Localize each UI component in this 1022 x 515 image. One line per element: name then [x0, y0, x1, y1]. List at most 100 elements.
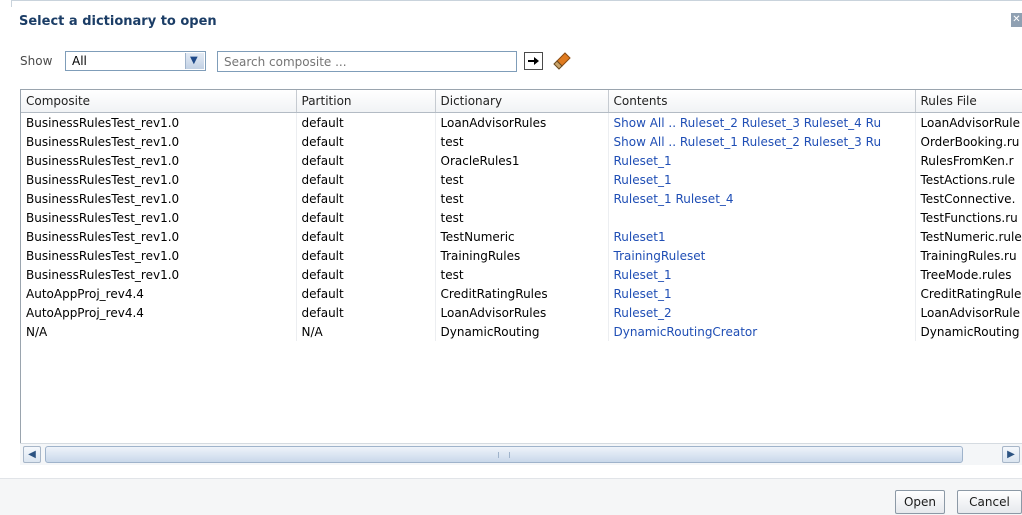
- cell-contents: Ruleset_1: [608, 151, 916, 170]
- search-input[interactable]: [217, 51, 517, 72]
- cell-rules-file: TreeMode.rules: [915, 265, 1022, 284]
- ruleset-link[interactable]: Ru: [866, 116, 881, 130]
- arrow-right-icon: [528, 57, 539, 65]
- column-header-composite[interactable]: Composite: [21, 90, 297, 113]
- cell-contents: Ruleset_1 Ruleset_4: [608, 189, 916, 208]
- table-row[interactable]: N/A N/A DynamicRouting DynamicRoutingCreato…: [21, 322, 1022, 341]
- ruleset-link[interactable]: Ruleset1: [614, 230, 666, 244]
- cell-dictionary: LoanAdvisorRules: [435, 303, 609, 322]
- ruleset-link[interactable]: Ruleset_3: [742, 116, 800, 130]
- dictionary-table: Composite Partition Dictionary Contents …: [20, 89, 1022, 452]
- dialog-footer: [0, 478, 1022, 515]
- table-row[interactable]: BusinessRulesTest_rev1.0 default test Rules…: [21, 189, 1022, 208]
- scrollbar-thumb[interactable]: [45, 446, 963, 463]
- dialog-frame: [11, 0, 1022, 7]
- ruleset-link[interactable]: Ruleset_1: [614, 268, 672, 282]
- table-row[interactable]: BusinessRulesTest_rev1.0 default test Rules…: [21, 170, 1022, 189]
- ruleset-link[interactable]: Ruleset_2: [742, 135, 800, 149]
- ruleset-link[interactable]: Ru: [866, 135, 881, 149]
- cell-composite: BusinessRulesTest_rev1.0: [21, 170, 297, 189]
- cell-partition: default: [296, 112, 436, 132]
- cell-partition: default: [296, 170, 436, 189]
- column-header-dictionary[interactable]: Dictionary: [435, 90, 609, 113]
- cell-dictionary: LoanAdvisorRules: [435, 112, 609, 132]
- cell-composite: AutoAppProj_rev4.4: [21, 284, 297, 303]
- cell-partition: default: [296, 132, 436, 151]
- cell-contents: Ruleset_1: [608, 170, 916, 189]
- cell-partition: default: [296, 284, 436, 303]
- table-row[interactable]: BusinessRulesTest_rev1.0 default OracleRul…: [21, 151, 1022, 170]
- column-header-partition[interactable]: Partition: [296, 90, 436, 113]
- cell-dictionary: test: [435, 189, 609, 208]
- cell-composite: BusinessRulesTest_rev1.0: [21, 132, 297, 151]
- cell-partition: default: [296, 265, 436, 284]
- horizontal-scrollbar[interactable]: ◀ ▶: [20, 443, 1022, 465]
- cell-contents: TrainingRuleset: [608, 246, 916, 265]
- scroll-left-icon[interactable]: ◀: [23, 446, 41, 463]
- cell-rules-file: TestConnective.: [915, 189, 1022, 208]
- ruleset-link[interactable]: Show All ..: [614, 116, 677, 130]
- table-row[interactable]: BusinessRulesTest_rev1.0 default TrainingR…: [21, 246, 1022, 265]
- cell-rules-file: LoanAdvisorRule: [915, 303, 1022, 322]
- cell-composite: BusinessRulesTest_rev1.0: [21, 265, 297, 284]
- cell-rules-file: TestFunctions.ru: [915, 208, 1022, 227]
- ruleset-link[interactable]: Ruleset_4: [804, 116, 862, 130]
- cell-rules-file: RulesFromKen.r: [915, 151, 1022, 170]
- cancel-button[interactable]: Cancel: [957, 490, 1022, 514]
- cell-rules-file: LoanAdvisorRule: [915, 112, 1022, 132]
- table-header-row: Composite Partition Dictionary Contents …: [21, 90, 1022, 113]
- cell-contents: Ruleset1: [608, 227, 916, 246]
- cell-partition: default: [296, 246, 436, 265]
- cell-dictionary: TestNumeric: [435, 227, 609, 246]
- show-select[interactable]: All ▼: [65, 51, 206, 71]
- cell-dictionary: DynamicRouting: [435, 322, 609, 341]
- table-row[interactable]: BusinessRulesTest_rev1.0 default test TestF…: [21, 208, 1022, 227]
- ruleset-link[interactable]: Ruleset_2: [680, 116, 738, 130]
- table-row[interactable]: BusinessRulesTest_rev1.0 default TestNumer…: [21, 227, 1022, 246]
- open-button[interactable]: Open: [895, 490, 945, 514]
- cell-rules-file: TrainingRules.ru: [915, 246, 1022, 265]
- close-icon[interactable]: ✕: [1011, 13, 1022, 27]
- ruleset-link[interactable]: Ruleset_3: [804, 135, 862, 149]
- ruleset-link[interactable]: Ruleset_1: [614, 173, 672, 187]
- ruleset-link[interactable]: Ruleset_1: [614, 192, 672, 206]
- cell-composite: BusinessRulesTest_rev1.0: [21, 227, 297, 246]
- table-row[interactable]: BusinessRulesTest_rev1.0 default LoanAdvis…: [21, 112, 1022, 132]
- dialog-title: Select a dictionary to open: [19, 14, 217, 29]
- cell-rules-file: TestActions.rule: [915, 170, 1022, 189]
- ruleset-link[interactable]: Ruleset_1: [614, 154, 672, 168]
- column-header-contents[interactable]: Contents: [608, 90, 916, 113]
- cell-dictionary: OracleRules1: [435, 151, 609, 170]
- show-select-value: All: [72, 54, 87, 68]
- ruleset-link[interactable]: TrainingRuleset: [614, 249, 706, 263]
- cell-composite: BusinessRulesTest_rev1.0: [21, 208, 297, 227]
- table-row[interactable]: AutoAppProj_rev4.4 default LoanAdvisorRule…: [21, 303, 1022, 322]
- ruleset-link[interactable]: Ruleset_4: [675, 192, 733, 206]
- cell-composite: BusinessRulesTest_rev1.0: [21, 189, 297, 208]
- cell-partition: default: [296, 189, 436, 208]
- cell-dictionary: CreditRatingRules: [435, 284, 609, 303]
- ruleset-link[interactable]: Show All ..: [614, 135, 677, 149]
- ruleset-link[interactable]: Ruleset_2: [614, 306, 672, 320]
- cell-rules-file: CreditRatingRule: [915, 284, 1022, 303]
- eraser-icon[interactable]: [551, 50, 573, 72]
- chevron-down-icon[interactable]: ▼: [185, 53, 204, 69]
- cell-dictionary: TrainingRules: [435, 246, 609, 265]
- go-button[interactable]: [524, 52, 543, 70]
- cell-partition: default: [296, 151, 436, 170]
- table-row[interactable]: AutoAppProj_rev4.4 default CreditRatingRul…: [21, 284, 1022, 303]
- cell-contents: Ruleset_1: [608, 265, 916, 284]
- table-row[interactable]: BusinessRulesTest_rev1.0 default test Show …: [21, 132, 1022, 151]
- cell-composite: BusinessRulesTest_rev1.0: [21, 151, 297, 170]
- ruleset-link[interactable]: Ruleset_1: [680, 135, 738, 149]
- ruleset-link[interactable]: Ruleset_1: [614, 287, 672, 301]
- column-header-rules-file[interactable]: Rules File: [915, 90, 1022, 113]
- cell-composite: N/A: [21, 322, 297, 341]
- cell-composite: BusinessRulesTest_rev1.0: [21, 112, 297, 132]
- table-row[interactable]: BusinessRulesTest_rev1.0 default test Rules…: [21, 265, 1022, 284]
- scroll-right-icon[interactable]: ▶: [1002, 446, 1020, 463]
- cell-partition: default: [296, 227, 436, 246]
- cell-partition: default: [296, 208, 436, 227]
- ruleset-link[interactable]: DynamicRoutingCreator: [614, 325, 758, 339]
- cell-dictionary: test: [435, 132, 609, 151]
